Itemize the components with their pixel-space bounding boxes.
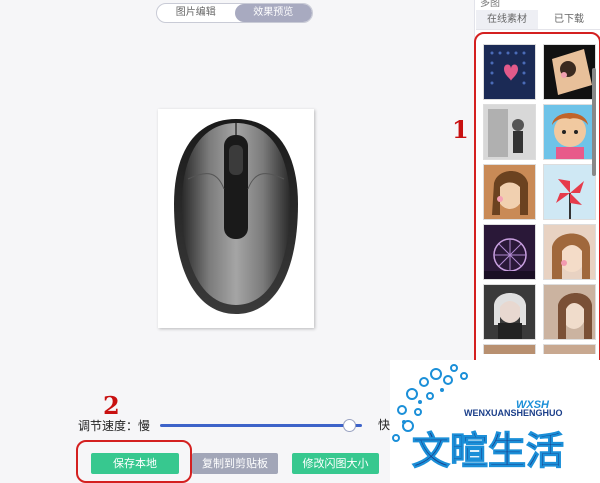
material-tabs: 在线素材 已下载 [476, 10, 600, 30]
logo-pinyin: WENXUANSHENGHUO [464, 408, 563, 418]
tab-image-edit[interactable]: 图片编辑 [157, 4, 235, 22]
annotation-box-save-button [76, 440, 192, 483]
watermark-logo: WXSH WENXUANSHENGHUO 文暄生活 [390, 360, 600, 483]
preview-image [158, 109, 314, 328]
annotation-marker-2: 2 [103, 391, 120, 420]
logo-cn: 文暄生活 [412, 429, 564, 473]
speed-slider-track[interactable] [160, 424, 362, 427]
annotation-marker-1: 1 [452, 115, 469, 144]
tab-downloaded[interactable]: 已下载 [538, 10, 600, 29]
tab-online-material[interactable]: 在线素材 [476, 10, 538, 29]
tab-effect-preview[interactable]: 效果预览 [234, 4, 312, 22]
speed-slider-thumb[interactable] [342, 419, 356, 432]
annotation-box-material-grid [474, 32, 600, 374]
mouse-image [174, 119, 298, 314]
copy-to-clipboard-button[interactable]: 复制到剪贴板 [192, 453, 278, 474]
resize-gif-button[interactable]: 修改闪图大小 [292, 453, 379, 474]
view-mode-tabs: 图片编辑 效果预览 [156, 3, 313, 23]
panel-title: 多图 [480, 0, 500, 9]
speed-fast-label: 快 [378, 418, 391, 432]
